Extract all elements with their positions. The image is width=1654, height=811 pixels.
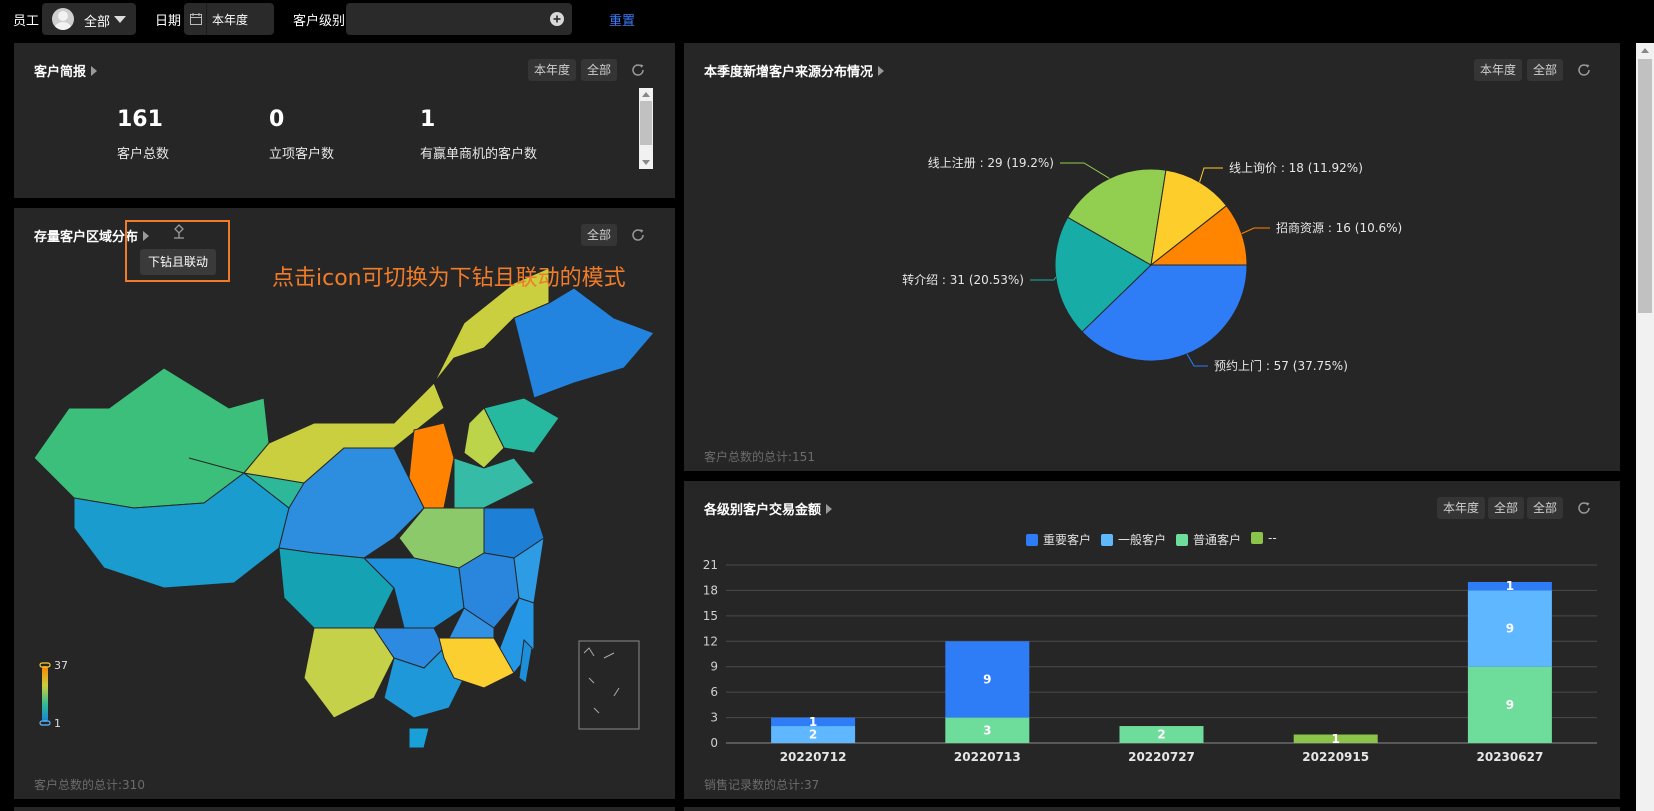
- kpi-won-value: 1: [420, 107, 436, 132]
- level-select[interactable]: [346, 3, 572, 35]
- pie-leader-line-2: [1060, 162, 1110, 179]
- date-label: 日期: [155, 14, 182, 29]
- bar-value-label-4-1: 9: [1506, 622, 1514, 636]
- legend-important[interactable]: 重要客户: [1026, 531, 1091, 548]
- x-tick-label-1: 20220713: [954, 750, 1021, 764]
- y-tick-label-4: 12: [703, 634, 718, 648]
- date-value: 本年度: [212, 13, 249, 27]
- avatar: [52, 8, 74, 30]
- source-distribution-panel: 本季度新增客户来源分布情况 本年度 全部 预约上门 : 57 (37.75%) 转…: [684, 43, 1620, 471]
- level-label: 客户级别: [293, 14, 346, 29]
- y-tick-label-7: 21: [703, 558, 718, 572]
- add-circle-icon[interactable]: [550, 12, 564, 26]
- chevron-down-icon: [114, 16, 126, 23]
- pie-label-1: 转介绍 : 31 (20.53%): [902, 272, 1024, 287]
- y-tick-label-2: 6: [710, 685, 718, 699]
- legend-other[interactable]: --: [1251, 531, 1277, 545]
- source-footnote: 客户总数的总计:151: [704, 450, 815, 464]
- bar-value-label-4-2: 1: [1506, 579, 1514, 593]
- scale-max: 37: [54, 659, 68, 672]
- kpi-total-value: 161: [117, 107, 163, 132]
- pie-label-2: 线上注册 : 29 (19.2%): [928, 155, 1054, 170]
- calendar-icon: [190, 13, 202, 25]
- x-tick-label-3: 20220915: [1302, 750, 1369, 764]
- brief-scrollbar[interactable]: [639, 88, 653, 169]
- legend-general[interactable]: 一般客户: [1101, 531, 1166, 548]
- bar-value-label-4-0: 9: [1506, 698, 1514, 712]
- next-panel-edge: [14, 807, 675, 811]
- bar-value-label-2-0: 2: [1157, 728, 1165, 742]
- legend-normal[interactable]: 普通客户: [1176, 531, 1241, 548]
- kpi-total-label: 客户总数: [117, 147, 170, 162]
- pie-leader-line-0: [1186, 353, 1208, 367]
- x-tick-label-0: 20220712: [780, 750, 847, 764]
- x-tick-label-2: 20220727: [1128, 750, 1195, 764]
- employee-select[interactable]: 全部: [42, 3, 136, 35]
- pie-label-3: 线上询价 : 18 (11.92%): [1229, 161, 1363, 175]
- kpi-project-value: 0: [269, 107, 285, 132]
- refresh-icon[interactable]: [628, 60, 648, 80]
- pie-chart: 预约上门 : 57 (37.75%) 转介绍 : 31 (20.53%) 线上注册 …: [902, 155, 1402, 373]
- scale-min: 1: [54, 717, 61, 730]
- annotation-text: 点击icon可切换为下钻且联动的模式: [272, 266, 626, 291]
- y-tick-label-0: 0: [710, 736, 718, 750]
- bar-value-label-0-1: 2: [809, 728, 817, 742]
- caret-right-icon: [91, 66, 98, 76]
- kpi-project-label: 立项客户数: [269, 147, 335, 162]
- drill-down-tooltip: 下钻且联动: [140, 249, 216, 275]
- page-scrollbar[interactable]: [1636, 43, 1654, 811]
- y-tick-label-3: 9: [710, 660, 718, 674]
- china-map[interactable]: [14, 208, 675, 799]
- bar-value-label-3-3: 1: [1332, 732, 1340, 746]
- pie-leader-line-1: [1030, 276, 1057, 281]
- region-footnote: 客户总数的总计:310: [34, 778, 145, 792]
- filter-bar: 员工 全部 日期 本年度 客户级别 重置: [0, 0, 1654, 37]
- brief-chip-scope[interactable]: 全部: [581, 59, 618, 81]
- customer-brief-panel: 客户简报 本年度 全部 161 客户总数 0 立项客户数 1 有赢单商机的客户数: [14, 43, 675, 198]
- bar-value-label-0-2: 1: [809, 715, 817, 729]
- pie-leader-line-3: [1199, 167, 1223, 183]
- kpi-won-label: 有赢单商机的客户数: [420, 147, 538, 162]
- amount-footnote: 销售记录数的总计:37: [704, 778, 820, 792]
- pie-label-4: 招商资源 : 16 (10.6%): [1276, 220, 1402, 235]
- y-tick-label-1: 3: [710, 711, 718, 725]
- date-select[interactable]: 本年度: [184, 3, 274, 35]
- reset-button[interactable]: 重置: [609, 10, 635, 29]
- bar-value-label-1-2: 9: [983, 672, 991, 686]
- employee-label: 员工: [13, 14, 40, 29]
- brief-title[interactable]: 客户简报: [34, 61, 98, 80]
- customer-amount-panel: 各级别客户交易金额 本年度 全部 全部 0 3 6 9 12 15 18 21 2 1 202207…: [684, 481, 1620, 799]
- employee-value: 全部: [84, 15, 111, 30]
- stacked-bar-chart: 0369121518212120220712392022071322022072…: [703, 558, 1597, 764]
- pie-label-0: 预约上门 : 57 (37.75%): [1214, 358, 1348, 373]
- x-tick-label-4: 20230627: [1477, 750, 1544, 764]
- brief-chip-period[interactable]: 本年度: [528, 59, 577, 81]
- bar-value-label-1-0: 3: [983, 723, 991, 737]
- next-panel-edge: [684, 807, 1620, 811]
- pie-leader-line-4: [1241, 227, 1270, 235]
- region-distribution-panel: 存量客户区域分布 全部 37 1 客户总数的总计:310: [14, 208, 675, 799]
- y-tick-label-5: 15: [703, 609, 718, 623]
- y-tick-label-6: 18: [703, 583, 718, 597]
